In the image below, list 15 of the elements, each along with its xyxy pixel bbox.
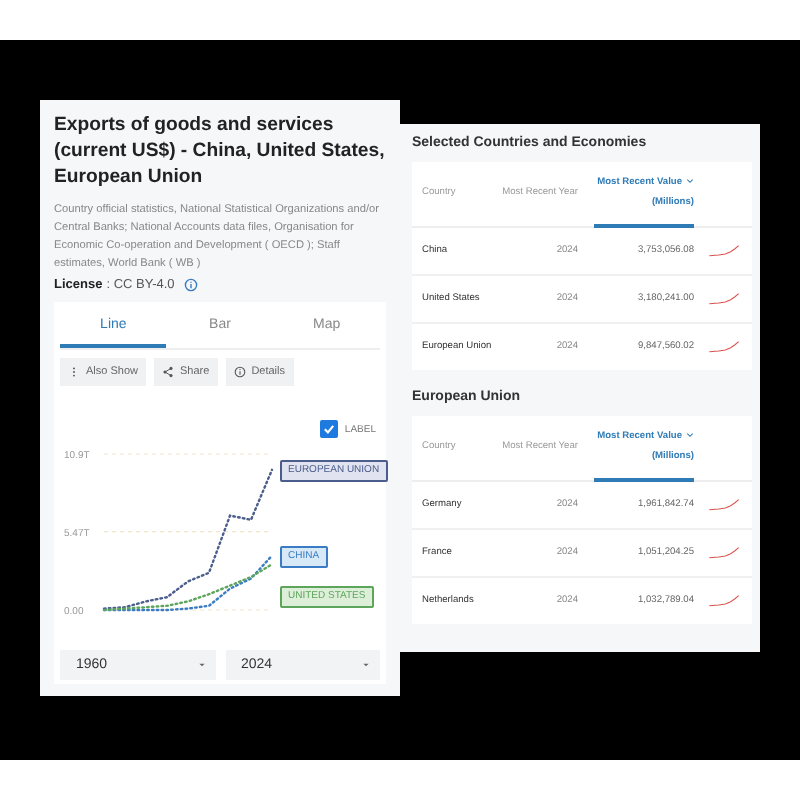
trend-line-icon <box>707 340 739 354</box>
caret-icon <box>197 662 205 668</box>
label-checkbox[interactable] <box>320 420 339 438</box>
info-icon <box>233 366 246 378</box>
caret-icon <box>362 662 370 668</box>
info-icon[interactable] <box>184 278 199 292</box>
sort-caret-icon <box>686 432 694 438</box>
trend-line-icon <box>707 546 739 560</box>
indicator-title: Exports of goods and services (current US$) - China, United States, European Union <box>54 112 386 190</box>
trend-line-icon <box>707 292 739 306</box>
trend-line-icon <box>707 244 739 258</box>
sort-caret-icon <box>686 178 694 184</box>
share-icon <box>162 366 174 378</box>
trend-line-icon <box>707 594 739 608</box>
trend-line-icon <box>707 498 739 512</box>
